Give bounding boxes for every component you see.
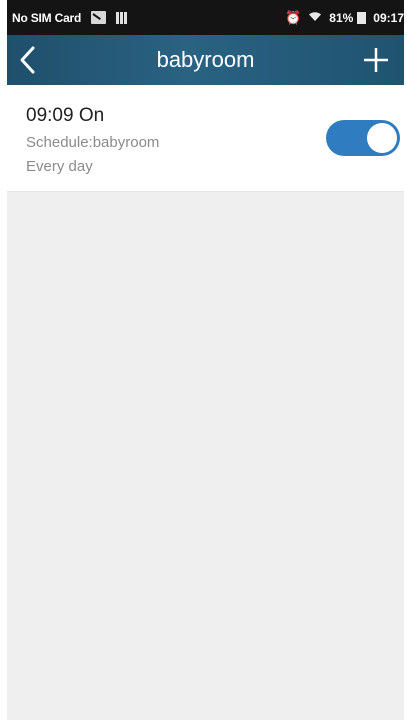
screen-frame-left — [0, 0, 7, 720]
sim-disabled-icon — [91, 11, 107, 24]
battery-icon — [357, 11, 367, 24]
phone-screen: No SIM Card ⏰ 81% 09:17 babyroom 09:09 O… — [7, 0, 404, 720]
battery-percent: 81% — [329, 10, 354, 25]
status-bar: No SIM Card ⏰ 81% 09:17 — [7, 0, 404, 35]
schedule-enabled-toggle[interactable] — [326, 120, 400, 156]
page-title: babyroom — [156, 47, 255, 72]
add-schedule-button[interactable] — [358, 42, 394, 78]
alarm-icon: ⏰ — [285, 9, 302, 25]
signal-bars-icon — [116, 11, 128, 24]
schedule-time-action: 09:09 On — [26, 105, 105, 126]
carrier-label: No SIM Card — [12, 10, 82, 25]
wifi-icon — [308, 10, 322, 25]
schedule-repeat: Every day — [26, 158, 93, 175]
plus-icon — [364, 48, 388, 72]
status-left-group: No SIM Card — [12, 10, 128, 25]
schedule-name: Schedule:babyroom — [26, 134, 160, 151]
clock: 09:17 — [373, 10, 404, 25]
status-right-group: ⏰ 81% 09:17 — [285, 0, 404, 35]
nav-bar: babyroom — [7, 35, 404, 85]
toggle-knob — [367, 123, 397, 153]
schedule-list-item[interactable]: 09:09 On Schedule:babyroom Every day — [7, 85, 404, 192]
